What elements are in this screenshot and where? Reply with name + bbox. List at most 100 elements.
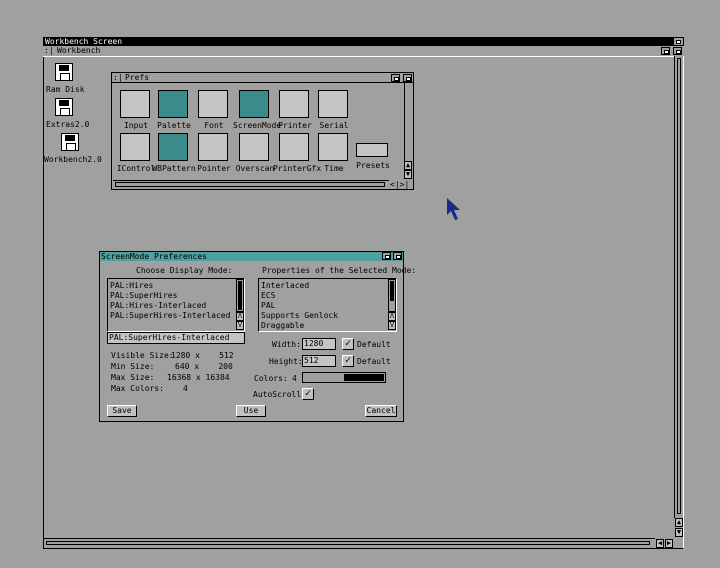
list-item: Supports Genlock	[261, 311, 339, 320]
max-size-value: 16368 x 16384	[167, 373, 230, 382]
properties-scroll-down-button[interactable]: V	[388, 321, 396, 330]
prefs-icon-palette[interactable]: Palette	[152, 88, 196, 130]
selected-mode-field[interactable]: PAL:SuperHires-Interlaced	[107, 332, 245, 344]
list-item: Draggable	[261, 321, 305, 330]
printergfx-icon	[279, 133, 309, 161]
display-mode-scroll-down-button[interactable]: V	[236, 321, 244, 330]
list-item[interactable]: PAL:SuperHires-Interlaced	[110, 311, 230, 320]
max-colors-value: 4	[183, 384, 188, 393]
prefs-title-bar[interactable]: :| Prefs	[112, 73, 413, 83]
list-item[interactable]: PAL:Hires-Interlaced	[110, 301, 206, 310]
workbench-scroll-right-button[interactable]: ▶	[665, 539, 673, 548]
desktop-icon-workbench[interactable]: Workbench2.0	[44, 133, 102, 165]
workbench-scroll-left-button[interactable]: ◀	[656, 539, 664, 548]
prefs-icon-printer[interactable]: Printer	[273, 88, 317, 130]
prefs-icon-label: Palette	[157, 121, 191, 130]
prefs-vertical-scrollbar[interactable]	[404, 83, 413, 161]
workbench-horizontal-scroll-knob[interactable]	[46, 541, 650, 545]
prefs-icon-label: Printer	[278, 121, 312, 130]
prefs-icon-overscan[interactable]: Overscan	[233, 133, 277, 175]
properties-scroll-up-button[interactable]: Λ	[388, 312, 396, 321]
desktop-icon-label: Workbench2.0	[44, 155, 102, 164]
list-item[interactable]: PAL:Hires	[110, 281, 153, 290]
overscan-icon	[239, 133, 269, 161]
visible-size-value: 1280 x 512	[171, 351, 234, 360]
save-button[interactable]: Save	[107, 405, 137, 417]
workbench-window-title: Workbench	[57, 46, 101, 55]
clock-icon	[318, 133, 348, 161]
list-item[interactable]: PAL:SuperHires	[110, 291, 177, 300]
height-label: Height:	[269, 357, 303, 366]
prefs-title: Prefs	[125, 73, 150, 82]
prefs-scroll-down-button[interactable]: ▼	[404, 170, 412, 179]
colors-slider[interactable]	[302, 372, 386, 383]
visible-size-label: Visible Size:	[111, 351, 174, 360]
workbench-scroll-down-button[interactable]: ▼	[675, 528, 683, 537]
prefs-icon-label: ScreenMode	[233, 121, 282, 130]
autoscroll-label: AutoScroll:	[253, 390, 306, 399]
prefs-icon-label: Presets	[356, 161, 390, 170]
display-mode-list[interactable]: PAL:Hires PAL:SuperHires PAL:Hires-Inter…	[107, 278, 245, 332]
width-field[interactable]: 1280	[302, 338, 336, 350]
window-zoom-gadget[interactable]	[661, 47, 670, 55]
display-mode-scrollbar[interactable]	[236, 279, 244, 312]
prefs-icon-serial[interactable]: Serial	[312, 88, 356, 130]
pointer-icon	[198, 133, 228, 161]
colors-slider-knob[interactable]	[344, 374, 384, 381]
prefs-icon-font[interactable]: Font	[192, 88, 236, 130]
desktop-icon-ram-disk[interactable]: Ram Disk	[46, 63, 85, 95]
workbench-scroll-up-button[interactable]: ▲	[675, 518, 683, 527]
screen-depth-gadget[interactable]	[673, 37, 684, 46]
workbench-horizontal-scrollbar[interactable]	[44, 538, 655, 547]
height-default-checkbox[interactable]: ✓	[342, 355, 354, 367]
prefs-depth-gadget[interactable]	[403, 74, 412, 82]
screenmode-zoom-gadget[interactable]	[382, 252, 391, 260]
workbench-window-title-bar[interactable]: :| Workbench	[43, 46, 684, 57]
prefs-icon-screenmode[interactable]: ScreenMode	[233, 88, 282, 130]
prefs-icon-pointer[interactable]: Pointer	[192, 133, 236, 175]
workbench-vertical-scroll-knob[interactable]	[677, 58, 681, 514]
prefs-close-gadget[interactable]: :|	[113, 73, 123, 82]
window-close-gadget[interactable]: :|	[44, 46, 54, 55]
list-item: Interlaced	[261, 281, 310, 290]
desktop-icon-extras[interactable]: Extras2.0	[46, 98, 89, 130]
max-colors-label: Max Colors:	[111, 384, 164, 393]
screenmode-depth-gadget[interactable]	[393, 252, 402, 260]
screenmode-title: ScreenMode Preferences	[101, 252, 207, 261]
icontrol-icon	[120, 133, 150, 161]
serial-icon	[318, 90, 348, 118]
properties-scrollbar[interactable]	[388, 279, 396, 312]
display-mode-scroll-up-button[interactable]: Λ	[236, 312, 244, 321]
autoscroll-checkbox[interactable]: ✓	[302, 388, 314, 400]
wbpattern-icon	[158, 133, 188, 161]
prefs-icon-label: WBPattern	[152, 164, 196, 173]
height-field[interactable]: 512	[302, 355, 336, 367]
prefs-icon-label: PrinterGfx	[273, 164, 322, 173]
prefs-icon-presets[interactable]: Presets	[353, 140, 393, 172]
use-button[interactable]: Use	[236, 405, 266, 417]
cancel-button[interactable]: Cancel	[365, 405, 397, 417]
screenmode-title-bar[interactable]: ScreenMode Preferences	[100, 252, 403, 261]
prefs-horizontal-scrollbar[interactable]	[113, 180, 389, 188]
colors-value: 4	[292, 374, 297, 383]
prefs-icon-wbpattern[interactable]: WBPattern	[152, 133, 196, 175]
desktop-icon-label: Ram Disk	[46, 85, 85, 94]
screen-title-bar[interactable]: Workbench Screen	[43, 37, 684, 46]
selected-mode-value: PAL:SuperHires-Interlaced	[109, 333, 230, 342]
prefs-scroll-arrows[interactable]: <|>|	[390, 180, 412, 189]
prefs-icon-time[interactable]: Time	[312, 133, 356, 175]
mouse-pointer-icon	[447, 198, 460, 220]
prefs-scroll-up-button[interactable]: ▲	[404, 161, 412, 170]
prefs-zoom-gadget[interactable]	[391, 74, 400, 82]
drawer-icon	[356, 143, 388, 157]
prefs-icon-label: Overscan	[235, 164, 275, 173]
workbench-vertical-scrollbar[interactable]	[674, 56, 683, 518]
width-default-checkbox[interactable]: ✓	[342, 338, 354, 350]
screen-title: Workbench Screen	[45, 37, 123, 46]
list-item: ECS	[261, 291, 276, 300]
prefs-icon-printergfx[interactable]: PrinterGfx	[273, 133, 322, 175]
width-default-label: Default	[357, 340, 391, 349]
disk-icon	[55, 63, 73, 81]
printer-icon	[279, 90, 309, 118]
window-depth-gadget[interactable]	[673, 47, 682, 55]
